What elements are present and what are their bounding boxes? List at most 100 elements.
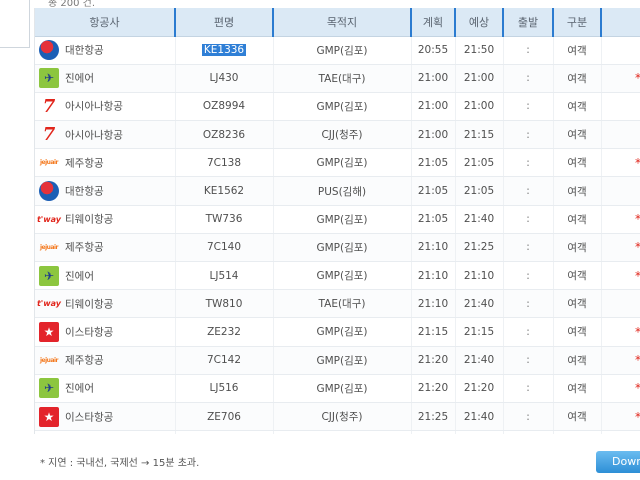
download-button[interactable]: Download [596,451,640,473]
table-row[interactable]: ✈ 진에어 LJ514 GMP(김포) 21:10 21:10: 여객 * [35,261,640,291]
flight-type-cell: 여객 [553,92,602,122]
estimated-time: 21:50 [463,44,495,57]
remark-cell [601,36,640,65]
planned-time-cell: 21:10 [411,261,456,291]
flight-number-cell: LJ430 [175,64,274,93]
planned-time-cell: 21:20 [411,346,456,375]
planned-time-cell: 21:00 [411,120,456,150]
airline-name: 아시아나항공 [65,100,123,113]
flight-number[interactable]: KE1336 [201,44,247,57]
departed-time: : [526,241,530,254]
destination-cell: CJJ(청주) [273,120,412,150]
table-body: 대한항공 KE1336 GMP(김포) 20:55 21:50: 여객 ✈ 진에어 LJ430 T… [35,36,640,434]
airline-name: 제주항공 [65,354,104,367]
destination-cell: GMP(김포) [273,36,412,65]
table-row[interactable]: ✈ 진에어 LJ516 GMP(김포) 21:20 21:20: 여객 * [35,374,640,403]
airline-cell: 7 아시아나항공 [35,120,176,150]
remark: * [635,410,640,424]
estimated-time: 21:40 [463,297,495,310]
planned-time: 21:00 [417,100,449,113]
airline-name: 이스타항공 [65,411,114,424]
estimated-time: 21:00 [463,100,495,113]
table-row[interactable]: jejuair 제주항공 7C140 GMP(김포) 21:10 21:25: 여객 * [35,233,640,263]
estimated-time-cell: 21:05 [455,176,504,206]
estimated-time: 21:40 [463,410,495,423]
airline-name: 제주항공 [65,241,104,254]
table-row[interactable]: jejuair 제주항공 7C138 GMP(김포) 21:05 21:05: 여객 * [35,148,640,178]
planned-time: 21:00 [417,72,449,85]
planned-time: 21:05 [417,213,449,226]
remark-cell: * [601,148,640,178]
flight-number[interactable]: LJ516 [210,382,239,394]
flight-number[interactable]: 7C140 [207,241,241,253]
table-row[interactable]: 대한항공 KE1336 GMP(김포) 20:55 21:50: 여객 [35,36,640,65]
flight-number[interactable]: TW736 [206,213,243,225]
flight-type-cell: 여객 [553,176,602,206]
remark-cell: * [601,374,640,403]
departed-time: : [526,354,530,367]
planned-time: 21:20 [417,382,449,395]
airline-name: 제주항공 [65,157,104,170]
remark-cell: * [601,261,640,291]
table-row[interactable]: 대한항공 KE1562 PUS(김해) 21:05 21:05: 여객 [35,176,640,206]
departed-time-cell: : [503,148,554,178]
departed-time-cell: : [503,346,554,375]
flight-number[interactable]: 7C142 [207,354,241,366]
planned-time-cell: 20:55 [411,36,456,65]
estimated-time-cell: 21:15 [455,120,504,150]
flight-number[interactable]: TW810 [206,298,243,310]
tway-logo: t'way [36,299,62,309]
flight-number[interactable]: OZ8994 [203,100,245,112]
flight-number[interactable]: OZ8236 [203,129,245,141]
flight-number[interactable]: KE1562 [204,185,244,197]
airline-cell: t'way 티웨이항공 [35,289,176,319]
asiana-logo: 7 [42,124,56,146]
flight-number[interactable]: ZE232 [207,326,241,338]
flight-table-container[interactable]: 항공사 편명 목적지 계획 예상 출발 구분 대한항공 KE1336 GMP(김포) 20:55 2… [34,8,640,434]
flight-type: 여객 [567,354,587,367]
flight-number[interactable]: ZE706 [207,411,241,423]
departed-time-cell: : [503,402,554,432]
estimated-time: 21:20 [463,382,495,395]
airline-name: 진에어 [65,72,94,85]
table-row[interactable]: t'way 티웨이항공 TW810 TAE(대구) 21:10 21:40: 여객 [35,289,640,319]
table-row[interactable]: ★ 이스타항공 ZE232 GMP(김포) 21:15 21:15: 여객 * [35,317,640,347]
estimated-time-cell: 21:40 [455,289,504,319]
departed-time: : [526,100,530,113]
flight-number-cell: 7C140 [175,233,274,263]
planned-time: 21:10 [417,269,449,282]
estimated-time-cell: 21:25 [455,233,504,263]
flight-number[interactable]: 7C138 [207,157,241,169]
table-row[interactable]: 7 아시아나항공 OZ8994 GMP(김포) 21:00 21:00: 여객 [35,92,640,122]
table-row[interactable]: ✈ 진에어 LJ430 TAE(대구) 21:00 21:00: 여객 * [35,64,640,93]
table-row[interactable]: 7 아시아나항공 OZ8236 CJJ(청주) 21:00 21:15: 여객 [35,120,640,150]
planned-time: 21:05 [417,185,449,198]
side-panel [0,0,30,48]
destination-cell [273,430,412,434]
airline-cell: 대한항공 [35,36,176,65]
destination-cell: TAE(대구) [273,289,412,319]
planned-time: 21:10 [417,297,449,310]
airline-name: 아시아나항공 [65,129,123,142]
destination: CJJ(청주) [321,411,363,424]
planned-time-cell [411,430,456,434]
estimated-time: 21:15 [463,325,495,338]
destination-cell: PUS(김해) [273,176,412,206]
remark: * [635,212,640,226]
destination: GMP(김포) [316,354,368,367]
destination: GMP(김포) [316,270,368,283]
destination: GMP(김포) [316,44,368,57]
remark: * [635,269,640,283]
table-row[interactable]: jejuair 제주항공 7C142 GMP(김포) 21:20 21:40: 여객 * [35,346,640,375]
flight-number[interactable]: LJ514 [210,270,239,282]
table-row[interactable]: ★ 이스타항공 ZE706 CJJ(청주) 21:25 21:40: 여객 * [35,402,640,432]
flight-number[interactable]: LJ430 [210,72,239,84]
estimated-time-cell: 21:00 [455,92,504,122]
column-type: 구분 [552,8,602,37]
destination: GMP(김포) [316,157,368,170]
estimated-time-cell: 21:40 [455,205,504,234]
table-row[interactable]: t'way티웨이항공 TW736 GMP(김포) 21:05 21:40: 여객 * [35,205,640,234]
table-row[interactable]: ✈ [35,430,640,434]
destination: GMP(김포) [316,382,368,395]
remark-cell: * [601,346,640,375]
